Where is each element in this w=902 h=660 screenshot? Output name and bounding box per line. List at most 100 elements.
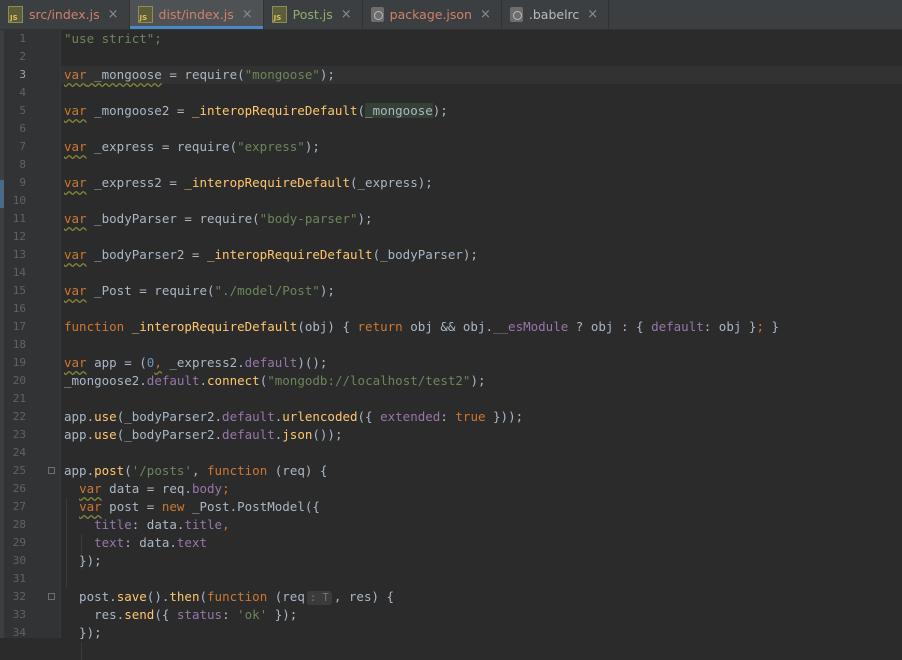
keyword: var [64,139,87,154]
keyword: function [64,319,132,334]
code-text: (). [146,589,170,604]
line-number: 2 [19,50,26,63]
tab-package-json[interactable]: package.json × [363,0,502,29]
code-line-32: post.save().then(function (req: T, res) … [64,588,394,606]
keyword: var [79,499,102,514]
code-text: ); [432,103,448,118]
code-text: app = ( [86,355,147,370]
code-line-19: var app = (0, _express2.default)(); [64,354,327,372]
function-call: _interopRequireDefault [184,175,350,190]
line-number: 9 [19,176,26,189]
line-number: 11 [12,212,26,225]
code-line-22: app.use(_bodyParser2.default.urlencoded(… [64,408,523,426]
keyword: function [207,589,268,604]
line-number-gutter: 1 2 3 4 5 6 7 8 9 10 11 12 13 14 15 16 1… [4,30,61,639]
property: status [176,607,223,622]
code-text: : obj } [703,319,757,334]
close-icon[interactable]: × [341,7,352,22]
code-text: _Post. [184,499,238,514]
tab-post-js[interactable]: Post.js × [264,0,363,29]
code-line-28: title: data.title, [64,516,230,534]
tab-label: .babelrc [528,7,580,22]
line-number: 19 [12,356,26,369]
line-number: 28 [12,518,26,531]
code-line-3: var _mongoose = require("mongoose"); [64,66,335,84]
code-text: }); [64,553,102,568]
line-number: 20 [12,374,26,387]
code-text: ); [357,211,373,226]
line-number: 24 [12,446,26,459]
type-hint: : T [306,591,332,605]
code-text: _express2 = [86,175,185,190]
line-number: 12 [12,230,26,243]
method-call: use [94,409,117,424]
string-literal: "./model/Post" [214,283,320,298]
function-call: _interopRequireDefault [207,247,373,262]
code-text: post = [101,499,162,514]
js-file-icon [137,6,153,23]
code-text: } [763,319,780,334]
fold-marker-icon[interactable] [48,467,55,474]
code-line-34: }); [64,624,102,642]
keyword: function [207,463,268,478]
punctuation: , [222,517,230,532]
code-text: , [191,463,208,478]
tab-label: src/index.js [29,7,100,22]
line-number: 13 [12,248,26,261]
code-text: app. [64,463,95,478]
keyword: var [64,247,87,262]
js-file-icon [8,6,23,23]
close-icon[interactable]: × [587,7,598,22]
code-text: obj && obj. [402,319,493,334]
line-number: 27 [12,500,26,513]
method-call: connect [207,373,260,388]
function-call: _interopRequireDefault [191,103,358,118]
keyword: var [64,355,87,370]
property: default [146,373,200,388]
code-line-25: app.post('/posts', function (req) { [64,462,327,480]
code-text: (_bodyParser2. [116,409,223,424]
property: text [94,535,125,550]
line-number: 23 [12,428,26,441]
code-text: post. [64,589,117,604]
code-text: _Post = require( [86,283,215,298]
js-file-icon [271,6,287,23]
property: text [176,535,208,550]
method-call: save [116,589,147,604]
line-number: 14 [12,266,26,279]
property: extended [380,409,441,424]
tab-src-index-js[interactable]: src/index.js × [0,0,130,29]
code-text: , res) { [333,589,395,604]
keyword: var [64,103,87,118]
code-text: = require( [161,67,245,82]
line-number: 18 [12,338,26,351]
property: body [191,481,223,496]
tab-dist-index-js[interactable]: dist/index.js × [129,0,264,29]
line-number: 26 [12,482,26,495]
close-icon[interactable]: × [480,7,491,22]
close-icon[interactable]: × [242,7,253,22]
line-number: 4 [19,86,26,99]
code-text: _mongoose2. [64,373,147,388]
close-icon[interactable]: × [108,7,119,22]
line-number: 10 [12,194,26,207]
line-number: 15 [12,284,26,297]
code-text: app. [64,427,95,442]
line-number: 29 [12,536,26,549]
fold-marker-icon[interactable] [48,593,55,600]
code-text: )(); [297,355,328,370]
code-text: (obj) { [297,319,358,334]
tab-babelrc[interactable]: .babelrc × [502,0,610,29]
code-text: (_bodyParser2. [116,427,223,442]
line-number: 30 [12,554,26,567]
code-line-15: var _Post = require("./model/Post"); [64,282,335,300]
code-line-9: var _express2 = _interopRequireDefault(_… [64,174,433,192]
code-text: ? obj : { [568,319,652,334]
property: default [651,319,704,334]
punctuation: ; [222,481,230,496]
code-editor[interactable]: "use strict"; var _mongoose = require("m… [61,30,902,660]
code-text: ( [124,463,132,478]
